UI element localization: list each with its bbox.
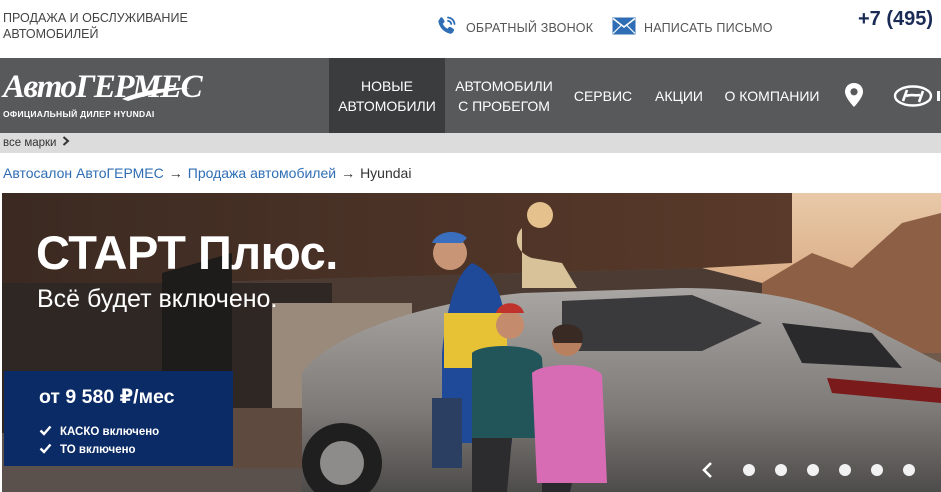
check-icon <box>39 443 52 457</box>
breadcrumb-link-sales[interactable]: Продажа автомобилей <box>188 165 336 181</box>
offer-feature: КАСКО включено <box>39 425 159 439</box>
check-icon <box>39 425 52 439</box>
offer-feature-label: ТО включено <box>60 444 136 456</box>
logo-swoosh-icon <box>122 87 190 101</box>
offer-box: от 9 580 ₽/мес КАСКО включено ТО включен… <box>4 371 233 466</box>
nav-promotions[interactable]: АКЦИИ <box>648 58 710 133</box>
hero-title: СТАРТ Плюс. <box>36 226 338 279</box>
slider-dot[interactable] <box>807 464 819 476</box>
offer-price: от 9 580 ₽/мес <box>39 386 175 408</box>
chevron-left-icon[interactable] <box>700 461 716 479</box>
slider-dot[interactable] <box>743 464 755 476</box>
slider-dot[interactable] <box>775 464 787 476</box>
nav-item-label: СЕРВИС <box>573 87 633 104</box>
nav-new-cars[interactable]: НОВЫЕ АВТОМОБИЛИ <box>329 58 445 133</box>
breadcrumb-separator: → <box>168 165 183 181</box>
callback-label: ОБРАТНЫЙ ЗВОНОК <box>466 21 594 35</box>
all-brands-label: все марки <box>3 136 57 149</box>
callback-link[interactable]: ОБРАТНЫЙ ЗВОНОК <box>434 16 593 40</box>
phone-icon <box>434 14 458 43</box>
offer-feature: ТО включено <box>39 443 136 457</box>
breadcrumb-link-salon[interactable]: Автосалон АвтоГЕРМЕС <box>3 165 164 181</box>
top-bar: ПРОДАЖА И ОБСЛУЖИВАНИЕ АВТОМОБИЛЕЙ ОБРАТ… <box>0 0 941 58</box>
brand-strip: все марки <box>0 133 941 153</box>
slider-dots <box>743 464 915 476</box>
breadcrumb-current: Hyundai <box>360 165 412 181</box>
hero-banner[interactable]: СТАРТ Плюс. Всё будет включено. от 9 580… <box>2 193 941 492</box>
slider-dot[interactable] <box>903 464 915 476</box>
nav-used-cars[interactable]: АВТОМОБИЛИ С ПРОБЕГОМ <box>445 58 563 133</box>
nav-about[interactable]: О КОМПАНИИ <box>722 58 822 133</box>
all-brands-link[interactable]: все марки <box>3 136 70 149</box>
write-mail-label: НАПИСАТЬ ПИСЬМО <box>644 21 773 35</box>
hyundai-logo-icon[interactable] <box>893 85 941 112</box>
phone-number[interactable]: +7 (495) <box>858 8 933 31</box>
offer-feature-label: КАСКО включено <box>60 426 160 438</box>
write-mail-link[interactable]: НАПИСАТЬ ПИСЬМО <box>612 16 773 40</box>
hero-subtitle: Всё будет включено. <box>37 285 278 313</box>
site-logo[interactable]: АвтоГЕРМЕС ОФИЦИАЛЬНЫЙ ДИЛЕР HYUNDAI <box>0 58 220 133</box>
slider-dot[interactable] <box>871 464 883 476</box>
nav-item-label: АВТОМОБИЛИ С ПРОБЕГОМ <box>455 77 553 114</box>
breadcrumb: Автосалон АвтоГЕРМЕС → Продажа автомобилей… <box>3 165 411 181</box>
breadcrumb-separator: → <box>341 165 356 181</box>
slider-dot[interactable] <box>839 464 851 476</box>
envelope-icon <box>612 16 636 41</box>
nav-item-label: АКЦИИ <box>655 87 703 104</box>
nav-service[interactable]: СЕРВИС <box>566 58 640 133</box>
map-pin-icon[interactable] <box>843 82 865 113</box>
chevron-right-icon <box>62 136 70 149</box>
main-navigation: АвтоГЕРМЕС ОФИЦИАЛЬНЫЙ ДИЛЕР HYUNDAI НОВ… <box>0 58 941 133</box>
nav-item-label: О КОМПАНИИ <box>724 87 820 104</box>
site-tagline: ПРОДАЖА И ОБСЛУЖИВАНИЕ АВТОМОБИЛЕЙ <box>3 11 188 41</box>
nav-item-label: НОВЫЕ АВТОМОБИЛИ <box>338 77 436 114</box>
logo-subtitle: ОФИЦИАЛЬНЫЙ ДИЛЕР HYUNDAI <box>3 109 155 119</box>
